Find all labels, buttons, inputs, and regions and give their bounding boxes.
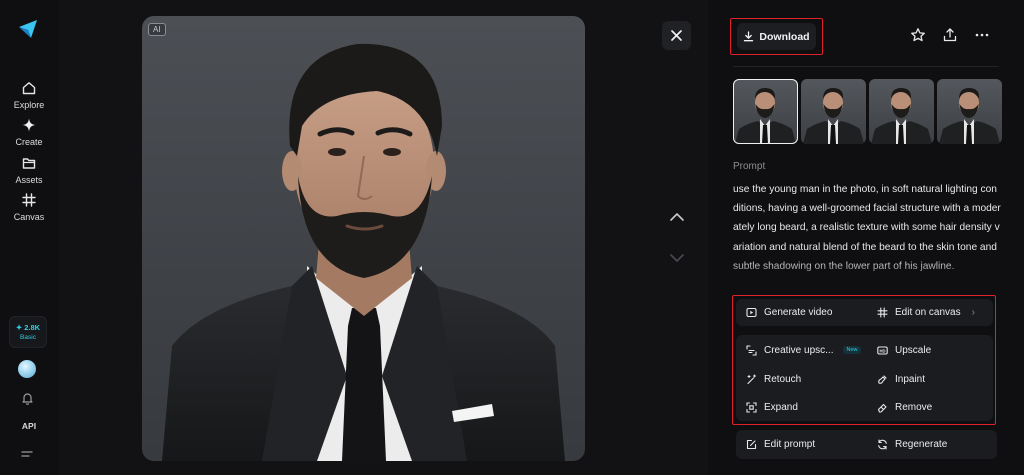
video-play-icon: [746, 307, 757, 317]
variant-thumbnails: [733, 79, 1003, 145]
svg-text:HD: HD: [879, 348, 885, 353]
sidebar-item-canvas[interactable]: Canvas: [0, 192, 58, 222]
variant-thumbnail[interactable]: [733, 79, 798, 144]
edit-on-canvas-label: Edit on canvas: [895, 306, 961, 318]
bell-icon[interactable]: [21, 391, 34, 405]
retouch-button[interactable]: Retouch: [746, 371, 801, 387]
sidebar-item-label: Explore: [13, 100, 45, 110]
new-badge: New: [843, 346, 861, 354]
edit-prompt-icon: [746, 439, 757, 449]
prompt-heading: Prompt: [733, 161, 766, 172]
inpaint-brush-icon: [878, 374, 887, 384]
variant-thumbnail[interactable]: [801, 79, 866, 144]
expand-icon: [746, 401, 757, 413]
edit-prompt-button[interactable]: Edit prompt: [746, 436, 815, 452]
thumbnail-portrait: [735, 88, 796, 144]
magic-wand-icon: [747, 373, 757, 384]
generate-video-label: Generate video: [764, 306, 833, 318]
ai-badge: AI: [148, 23, 166, 36]
menu-icon[interactable]: [21, 450, 33, 460]
sidebar-item-create[interactable]: Create: [0, 117, 58, 147]
variant-thumbnail[interactable]: [937, 79, 1002, 144]
share-icon[interactable]: [942, 27, 958, 43]
thumbnail-portrait: [939, 88, 1000, 144]
remove-label: Remove: [895, 401, 933, 413]
credits-badge[interactable]: ✦ 2.8K Basic: [9, 316, 47, 348]
panel-divider: [733, 66, 999, 67]
expand-button[interactable]: Expand: [746, 399, 798, 415]
refresh-icon: [878, 438, 887, 450]
upscale-label: Upscale: [895, 344, 932, 356]
generate-video-button[interactable]: Generate video: [746, 304, 832, 320]
sidebar-item-explore[interactable]: Explore: [0, 80, 58, 110]
chevron-up-icon[interactable]: [668, 211, 686, 223]
remove-button[interactable]: Remove: [877, 399, 932, 415]
download-button[interactable]: Download: [730, 18, 823, 55]
retouch-label: Retouch: [764, 373, 802, 385]
chevron-down-icon[interactable]: [668, 252, 686, 264]
variant-thumbnail[interactable]: [869, 79, 934, 144]
sidebar-item-label: Assets: [15, 175, 43, 185]
prompt-fade-overlay: [733, 258, 1001, 284]
creative-upscale-button[interactable]: Creative upsc... New: [746, 342, 861, 358]
inpaint-label: Inpaint: [895, 373, 926, 385]
thumbnail-portrait: [871, 88, 932, 144]
creative-upscale-icon: [746, 344, 757, 356]
star-icon[interactable]: [910, 27, 926, 43]
api-link[interactable]: API: [0, 421, 58, 431]
thumbnail-portrait: [803, 88, 864, 144]
download-label: Download: [759, 30, 810, 43]
close-icon: [671, 30, 682, 41]
left-sidebar: Explore Create Assets Canvas ✦ 2.8K Basi…: [0, 0, 58, 475]
credits-amount: ✦ 2.8K: [15, 323, 41, 332]
generated-portrait-image[interactable]: AI: [142, 16, 585, 461]
plan-label: Basic: [20, 334, 36, 341]
sidebar-item-assets[interactable]: Assets: [0, 155, 58, 185]
canvas-grid-icon: [22, 193, 36, 207]
regenerate-button[interactable]: Regenerate: [877, 436, 947, 452]
more-options-icon[interactable]: [974, 27, 990, 43]
portrait-illustration: [162, 43, 565, 461]
download-icon: [744, 31, 754, 42]
sidebar-item-label: Canvas: [13, 212, 45, 222]
canvas-grid-icon: [877, 306, 888, 318]
sidebar-item-label: Create: [15, 137, 43, 147]
sparkle-icon: [22, 118, 36, 132]
chevron-right-icon: ›: [971, 306, 975, 318]
folder-icon: [22, 158, 36, 169]
upscale-button[interactable]: HD Upscale: [877, 342, 931, 358]
inpaint-button[interactable]: Inpaint: [877, 371, 925, 387]
regenerate-label: Regenerate: [895, 438, 948, 450]
edit-on-canvas-button[interactable]: Edit on canvas ›: [877, 304, 975, 320]
edit-prompt-label: Edit prompt: [764, 438, 816, 450]
creative-upscale-label: Creative upsc...: [764, 344, 834, 356]
close-button[interactable]: [662, 21, 691, 50]
eraser-icon: [877, 403, 887, 413]
app-logo-icon[interactable]: [17, 18, 39, 40]
hd-upscale-icon: HD: [877, 345, 888, 355]
expand-label: Expand: [764, 401, 798, 413]
avatar[interactable]: [18, 360, 36, 378]
home-icon: [22, 82, 36, 95]
